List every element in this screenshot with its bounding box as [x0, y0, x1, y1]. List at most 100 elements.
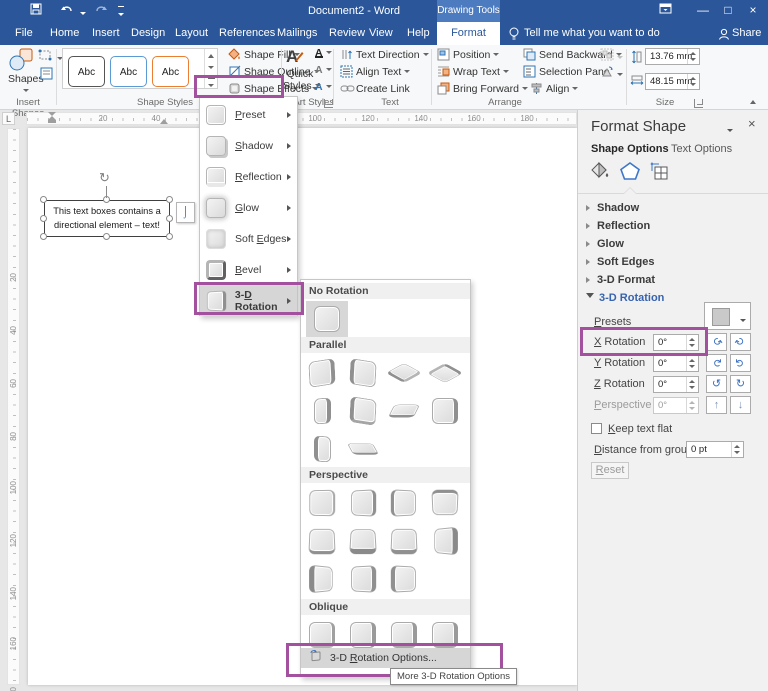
- shape-style-thumb-blue[interactable]: Abc: [110, 56, 147, 87]
- gallery-scroll-down-icon[interactable]: [204, 62, 217, 75]
- create-link-button[interactable]: Create Link: [340, 82, 410, 95]
- menu-item-bevel[interactable]: Bevel: [200, 254, 297, 285]
- z-rotation-cw-button[interactable]: ↻: [730, 375, 751, 393]
- align-button[interactable]: Align: [530, 82, 578, 95]
- rotation-thumbnail[interactable]: [389, 618, 419, 651]
- rotation-thumbnail[interactable]: [307, 524, 337, 557]
- tab-format-active[interactable]: Format: [437, 22, 500, 45]
- rotation-thumbnail[interactable]: [430, 618, 460, 651]
- height-stepper[interactable]: [687, 49, 698, 64]
- y-rotation-field[interactable]: 0°: [653, 355, 699, 372]
- selected-text-box[interactable]: This text boxes contains a directional e…: [44, 200, 170, 237]
- shape-style-thumb-black[interactable]: Abc: [68, 56, 105, 87]
- tab-file[interactable]: File: [15, 22, 33, 45]
- selection-handle[interactable]: [166, 215, 173, 222]
- rotation-thumbnail[interactable]: [307, 562, 337, 595]
- selection-handle[interactable]: [166, 196, 173, 203]
- menu-item-reflection[interactable]: Reflection: [200, 161, 297, 192]
- tab-review[interactable]: Review: [329, 22, 365, 45]
- selection-handle[interactable]: [103, 233, 110, 240]
- ribbon-display-options-icon[interactable]: [652, 0, 678, 22]
- section-reflection[interactable]: Reflection: [586, 220, 650, 232]
- rotation-thumbnail[interactable]: [348, 356, 378, 389]
- text-fill-icon[interactable]: A: [315, 47, 332, 59]
- rotation-thumbnail[interactable]: [307, 432, 337, 465]
- tab-selector[interactable]: L: [2, 112, 15, 125]
- rotation-thumbnail[interactable]: [348, 432, 378, 465]
- menu-item-preset[interactable]: Preset: [200, 99, 297, 130]
- tab-shape-options[interactable]: Shape Options: [591, 143, 669, 155]
- rotation-thumbnail[interactable]: [430, 524, 460, 557]
- group-objects-icon[interactable]: [600, 48, 623, 64]
- rotation-thumbnail[interactable]: [307, 394, 337, 427]
- layout-options-button[interactable]: ⌡: [176, 202, 195, 223]
- tab-design[interactable]: Design: [131, 22, 165, 45]
- quick-styles-button[interactable]: QuickStyles: [283, 69, 317, 92]
- shape-width-field[interactable]: 48.15 mm: [645, 73, 700, 90]
- section-shadow[interactable]: Shadow: [586, 202, 639, 214]
- gallery-more-icon[interactable]: [204, 75, 217, 88]
- rotation-thumbnail[interactable]: [307, 356, 337, 389]
- tab-insert[interactable]: Insert: [92, 22, 120, 45]
- text-outline-icon[interactable]: A: [315, 64, 332, 76]
- collapse-ribbon-icon[interactable]: [750, 95, 756, 107]
- effects-icon[interactable]: [618, 160, 642, 185]
- selection-pane-button[interactable]: Selection Pane: [523, 65, 610, 78]
- z-rotation-field[interactable]: 0°: [653, 376, 699, 393]
- minimize-button[interactable]: —: [690, 0, 716, 22]
- fill-line-icon[interactable]: [588, 160, 610, 185]
- rotation-thumbnail[interactable]: [348, 618, 378, 651]
- tab-references[interactable]: References: [219, 22, 275, 45]
- z-rotation-ccw-button[interactable]: ↺: [706, 375, 727, 393]
- quick-styles-icon[interactable]: A: [286, 47, 304, 67]
- rotate-handle-icon[interactable]: ↻: [99, 170, 110, 186]
- no-rotation-thumbnail-selected[interactable]: [306, 301, 348, 337]
- presets-dropdown[interactable]: [704, 302, 751, 330]
- rotation-thumbnail[interactable]: [348, 524, 378, 557]
- align-text-button[interactable]: Align Text: [340, 65, 410, 78]
- edit-shape-icon[interactable]: [38, 49, 63, 65]
- gallery-scroll-up-icon[interactable]: [204, 49, 217, 62]
- text-effects-icon[interactable]: A: [315, 81, 332, 93]
- section-3d-format[interactable]: 3-D Format: [586, 274, 655, 286]
- wrap-text-button[interactable]: Wrap Text: [437, 65, 509, 78]
- x-rotation-left-button[interactable]: ↺: [706, 333, 727, 351]
- shapes-button[interactable]: Shapes: [8, 73, 40, 97]
- customize-qat-icon[interactable]: [118, 6, 124, 21]
- shapes-gallery-icon[interactable]: [8, 48, 34, 75]
- share-button[interactable]: Share: [732, 22, 761, 45]
- first-line-indent-marker[interactable]: [48, 112, 56, 123]
- selection-handle[interactable]: [40, 233, 47, 240]
- tab-layout[interactable]: Layout: [175, 22, 208, 45]
- width-stepper[interactable]: [687, 74, 698, 89]
- text-box-icon[interactable]: [40, 67, 53, 83]
- section-soft-edges[interactable]: Soft Edges: [586, 256, 654, 268]
- tab-help[interactable]: Help: [407, 22, 430, 45]
- section-glow[interactable]: Glow: [586, 238, 624, 250]
- rotation-thumbnail[interactable]: [389, 486, 419, 519]
- text-direction-button[interactable]: Text Direction: [340, 48, 429, 61]
- rotation-thumbnail[interactable]: [430, 394, 460, 427]
- x-rotation-field[interactable]: 0°: [653, 334, 699, 351]
- pane-dropdown-icon[interactable]: [724, 125, 733, 137]
- undo-dropdown-icon[interactable]: [77, 8, 86, 20]
- distance-from-ground-field[interactable]: 0 pt: [686, 441, 744, 458]
- keep-text-flat-checkbox[interactable]: [591, 423, 602, 434]
- close-button[interactable]: ×: [740, 0, 766, 22]
- horizontal-ruler[interactable]: 20 40 100 120 140 160 180: [26, 112, 577, 125]
- redo-icon[interactable]: [92, 3, 108, 18]
- tab-view[interactable]: View: [369, 22, 393, 45]
- rotate-objects-icon[interactable]: [600, 65, 623, 81]
- rotation-thumbnail[interactable]: [389, 524, 419, 557]
- menu-item-glow[interactable]: Glow: [200, 192, 297, 223]
- maximize-button[interactable]: □: [715, 0, 741, 22]
- section-3d-rotation-expanded[interactable]: 3-D Rotation: [586, 292, 664, 304]
- rotation-thumbnail[interactable]: [307, 486, 337, 519]
- menu-item-soft-edges[interactable]: Soft Edges: [200, 223, 297, 254]
- selection-handle[interactable]: [166, 233, 173, 240]
- menu-item-shadow[interactable]: Shadow: [200, 130, 297, 161]
- vertical-ruler[interactable]: 20 40 60 80 100 120 140 160 180 200 220: [7, 128, 20, 685]
- rotation-thumbnail[interactable]: [389, 394, 419, 427]
- rotation-thumbnail[interactable]: [348, 394, 378, 427]
- x-rotation-right-button[interactable]: ↻: [730, 333, 751, 351]
